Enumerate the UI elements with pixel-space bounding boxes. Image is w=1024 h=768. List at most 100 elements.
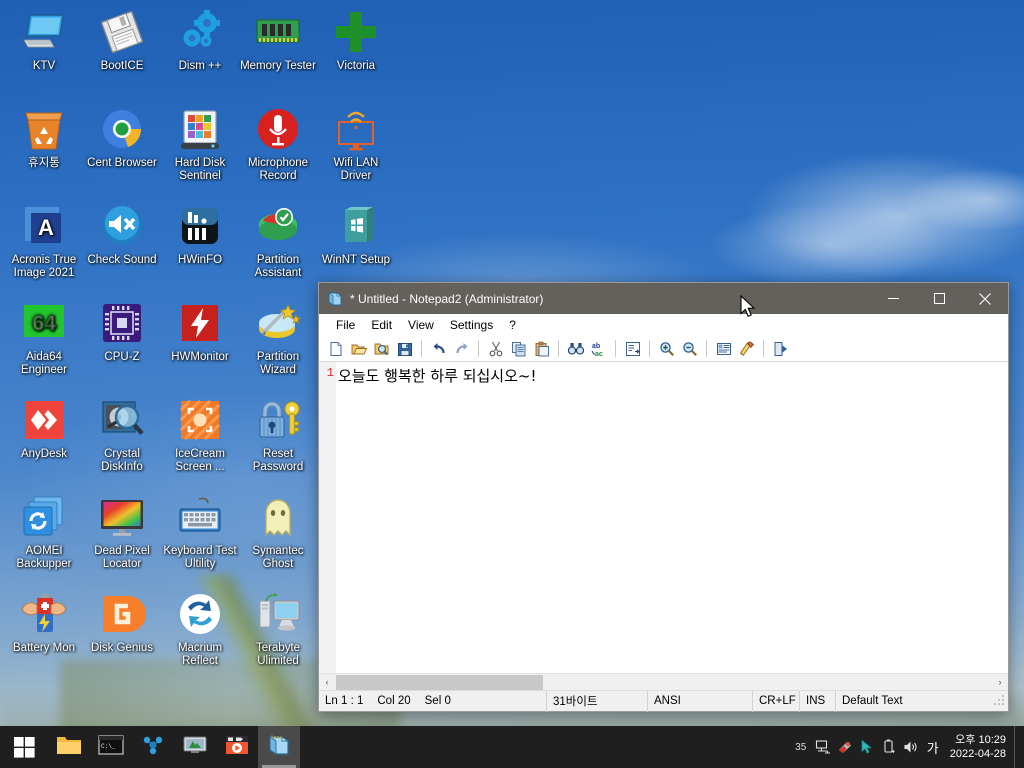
minimize-button[interactable] xyxy=(870,283,916,314)
desktop-icon-label: Aida64 Engineer xyxy=(20,351,68,376)
taskbar-media-player[interactable] xyxy=(216,726,258,768)
desktop-icon-icecream-screen[interactable]: IceCream Screen ... xyxy=(161,396,239,473)
desktop-icon-disk-genius[interactable]: Disk Genius xyxy=(83,590,161,655)
desktop-icon-keyboard-test-ultility[interactable]: Keyboard Test Ultility xyxy=(161,493,239,570)
desktop-icon-bootice[interactable]: BootICE xyxy=(83,8,161,73)
desktop-icon-winnt-setup[interactable]: WinNT Setup xyxy=(317,202,395,267)
desktop-icon-cent-browser[interactable]: Cent Browser xyxy=(83,105,161,170)
usb-eject-icon[interactable] xyxy=(878,726,900,768)
desktop-icon-partition-wizard[interactable]: Partition Wizard xyxy=(239,299,317,376)
undo-button[interactable] xyxy=(427,338,450,360)
desktop-icon-crystal-diskinfo[interactable]: Crystal DiskInfo xyxy=(83,396,161,473)
status-scheme[interactable]: Default Text xyxy=(836,691,903,712)
desktop-icon-microphone-record[interactable]: Microphone Record xyxy=(239,105,317,182)
taskbar[interactable]: C:\_ 35 가 오후 10:29 2022-04-28 xyxy=(0,726,1024,768)
exit-button[interactable] xyxy=(769,338,792,360)
desktop[interactable]: KTV BootICE Dism ++ Memory Tester Victoria 휴지… xyxy=(0,0,1024,768)
menu-settings[interactable]: Settings xyxy=(442,316,501,334)
desktop-icon-aomei-backupper[interactable]: AOMEI Backupper xyxy=(5,493,83,570)
menu-edit[interactable]: Edit xyxy=(363,316,400,334)
save-file-button[interactable] xyxy=(393,338,416,360)
replace-button[interactable]: ab ac xyxy=(587,338,610,360)
desktop-icon-partition-assistant[interactable]: Partition Assistant xyxy=(239,202,317,279)
desktop-icon-hwinfo[interactable]: HWinFO xyxy=(161,202,239,267)
desktop-icon-check-sound[interactable]: Check Sound xyxy=(83,202,161,267)
desktop-icon-dism[interactable]: Dism ++ xyxy=(161,8,239,73)
taskbar-clock[interactable]: 오후 10:29 2022-04-28 xyxy=(944,733,1014,761)
customize-schemes-button[interactable] xyxy=(735,338,758,360)
scroll-right-arrow[interactable]: › xyxy=(992,674,1008,691)
resize-grip[interactable] xyxy=(992,694,1006,708)
menu-help[interactable]: ? xyxy=(501,316,524,334)
defender-icon[interactable] xyxy=(834,726,856,768)
ime-indicator[interactable]: 가 xyxy=(922,726,944,768)
desktop-icon-victoria[interactable]: Victoria xyxy=(317,8,395,73)
taskbar-notepad2[interactable] xyxy=(258,726,300,768)
taskbar-file-explorer[interactable] xyxy=(48,726,90,768)
desktop-icon-terabyte-ulimited[interactable]: Terabyte Ulimited xyxy=(239,590,317,667)
notepad2-icon xyxy=(267,733,291,762)
toolbar[interactable]: ab ac xyxy=(319,336,1008,362)
computer-monitor-icon xyxy=(20,8,68,56)
folder-icon xyxy=(56,734,82,761)
menu-file[interactable]: File xyxy=(328,316,363,334)
clock-time: 오후 10:29 xyxy=(955,734,1006,746)
pointer-icon[interactable] xyxy=(856,726,878,768)
status-encoding[interactable]: ANSI xyxy=(648,690,753,712)
window-titlebar[interactable]: * Untitled - Notepad2 (Administrator) xyxy=(319,283,1008,314)
desktop-icon-anydesk[interactable]: AnyDesk xyxy=(5,396,83,461)
desktop-icon-reset-password[interactable]: Reset Password xyxy=(239,396,317,473)
hwinfo-bars-icon xyxy=(176,202,224,250)
start-button[interactable] xyxy=(0,726,48,768)
zoom-out-button[interactable] xyxy=(678,338,701,360)
taskbar-command-prompt[interactable]: C:\_ xyxy=(90,726,132,768)
desktop-icon-symantec-ghost[interactable]: Symantec Ghost xyxy=(239,493,317,570)
menu-view[interactable]: View xyxy=(400,316,442,334)
status-eol[interactable]: CR+LF xyxy=(753,690,800,712)
show-desktop-button[interactable] xyxy=(1014,726,1020,768)
redo-button[interactable] xyxy=(450,338,473,360)
aida64-icon: 64 xyxy=(20,299,68,347)
cut-button[interactable] xyxy=(484,338,507,360)
close-button[interactable] xyxy=(962,283,1008,314)
volume-icon[interactable] xyxy=(900,726,922,768)
network-icon[interactable] xyxy=(812,726,834,768)
desktop-icon-hwmonitor[interactable]: HWMonitor xyxy=(161,299,239,364)
new-file-button[interactable] xyxy=(324,338,347,360)
menubar[interactable]: File Edit View Settings ? xyxy=(319,314,1008,336)
network-nodes-icon xyxy=(140,734,166,761)
taskbar-network-tool[interactable] xyxy=(132,726,174,768)
desktop-icon-memory-tester[interactable]: Memory Tester xyxy=(239,8,317,73)
scroll-left-arrow[interactable]: ‹ xyxy=(319,674,335,691)
browse-file-button[interactable] xyxy=(370,338,393,360)
desktop-icon-hard-disk-sentinel[interactable]: Hard Disk Sentinel xyxy=(161,105,239,182)
status-mode[interactable]: INS xyxy=(800,690,836,712)
desktop-icon-[interactable]: 휴지통 xyxy=(5,105,83,170)
notepad2-window[interactable]: * Untitled - Notepad2 (Administrator) Fi… xyxy=(318,282,1009,712)
desktop-icon-label: CPU-Z xyxy=(104,351,140,363)
desktop-icon-wifi-lan-driver[interactable]: Wifi LAN Driver xyxy=(317,105,395,182)
copy-button[interactable] xyxy=(507,338,530,360)
zoom-in-button[interactable] xyxy=(655,338,678,360)
desktop-icon-aida64-engineer[interactable]: 64 Aida64 Engineer xyxy=(5,299,83,376)
editor-area[interactable]: 1 오늘도 행복한 하루 되십시오~! xyxy=(319,362,1008,673)
editor-text[interactable]: 오늘도 행복한 하루 되십시오~! xyxy=(336,362,1008,673)
desktop-icon-battery-mon[interactable]: Battery Mon xyxy=(5,590,83,655)
tray-counter[interactable]: 35 xyxy=(790,726,812,768)
open-file-button[interactable] xyxy=(347,338,370,360)
desktop-icon-cpu-z[interactable]: CPU-Z xyxy=(83,299,161,364)
taskbar-remote-desktop[interactable] xyxy=(174,726,216,768)
word-wrap-button[interactable] xyxy=(621,338,644,360)
paste-button[interactable] xyxy=(530,338,553,360)
scheme-button[interactable] xyxy=(712,338,735,360)
horizontal-scrollbar[interactable]: ‹ › xyxy=(319,673,1008,690)
desktop-icon-dead-pixel-locator[interactable]: Dead Pixel Locator xyxy=(83,493,161,570)
scrollbar-thumb[interactable] xyxy=(336,675,543,690)
system-tray[interactable]: 35 가 오후 10:29 2022-04-28 xyxy=(790,726,1024,768)
desktop-icon-ktv[interactable]: KTV xyxy=(5,8,83,73)
find-button[interactable] xyxy=(564,338,587,360)
desktop-icon-macrium-reflect[interactable]: Macrium Reflect xyxy=(161,590,239,667)
desktop-icon-acronis-true-image-2021[interactable]: A Acronis True Image 2021 xyxy=(5,202,83,279)
desktop-icon-label: Disk Genius xyxy=(91,642,153,654)
maximize-button[interactable] xyxy=(916,283,962,314)
